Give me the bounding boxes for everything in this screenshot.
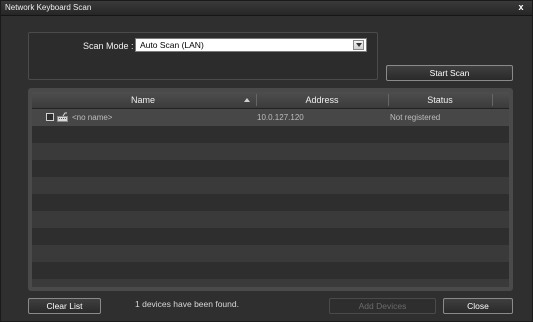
empty-row [32, 143, 509, 160]
list-header: Name Address Status [32, 92, 509, 109]
empty-row [32, 262, 509, 279]
device-address: 10.0.127.120 [257, 113, 304, 122]
title-bar: Network Keyboard Scan x [1, 1, 532, 16]
close-icon[interactable]: x [516, 2, 526, 13]
empty-row [32, 279, 509, 287]
device-name: <no name> [72, 113, 113, 122]
window-title: Network Keyboard Scan [5, 3, 92, 12]
network-keyboard-scan-window: Network Keyboard Scan x Scan Mode : Auto… [0, 0, 533, 322]
table-row[interactable]: <no name> 10.0.127.120 Not registered [32, 109, 509, 126]
column-header-address[interactable]: Address [256, 92, 388, 108]
column-divider[interactable] [492, 94, 493, 106]
scan-mode-select[interactable]: Auto Scan (LAN) [135, 38, 367, 52]
empty-row [32, 211, 509, 228]
list-rows: <no name> 10.0.127.120 Not registered [32, 109, 509, 287]
empty-row [32, 245, 509, 262]
empty-row [32, 160, 509, 177]
chevron-down-icon[interactable] [353, 40, 364, 50]
keyboard-icon [57, 112, 68, 122]
column-header-status[interactable]: Status [388, 92, 492, 108]
close-button[interactable]: Close [443, 298, 513, 314]
add-devices-button[interactable]: Add Devices [329, 298, 436, 314]
row-checkbox[interactable] [46, 113, 54, 121]
scan-mode-value: Auto Scan (LAN) [140, 40, 204, 50]
empty-row [32, 194, 509, 211]
sort-ascending-icon [244, 98, 250, 102]
device-status: Not registered [390, 113, 441, 122]
scan-result-message: 1 devices have been found. [135, 299, 239, 309]
start-scan-button[interactable]: Start Scan [386, 65, 513, 81]
empty-row [32, 228, 509, 245]
empty-row [32, 177, 509, 194]
column-header-name[interactable]: Name [32, 92, 254, 108]
scan-mode-label: Scan Mode : [83, 41, 134, 51]
clear-list-button[interactable]: Clear List [28, 298, 101, 314]
empty-row [32, 126, 509, 143]
device-list: Name Address Status <no name> 10.0.127.1… [28, 88, 513, 291]
